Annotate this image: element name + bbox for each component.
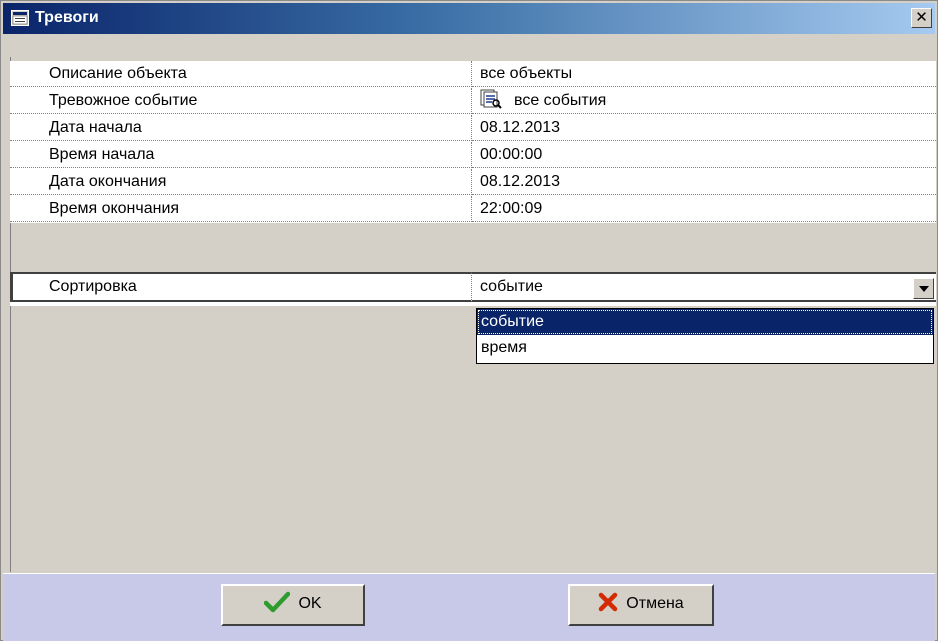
row-label: Описание объекта: [10, 61, 472, 87]
row-value[interactable]: 08.12.2013: [472, 115, 936, 141]
ok-label: OK: [298, 595, 322, 612]
grid-row-end-time[interactable]: Время окончания 22:00:09: [10, 196, 936, 223]
row-value[interactable]: 08.12.2013: [472, 169, 936, 195]
dropdown-button[interactable]: [913, 278, 934, 299]
cross-icon: [599, 592, 618, 612]
row-label: Время окончания: [10, 196, 472, 222]
row-label: Сортировка: [10, 272, 472, 302]
close-icon: ✕: [915, 8, 928, 26]
row-label: Дата начала: [10, 115, 472, 141]
dropdown-option-time[interactable]: время: [477, 335, 933, 361]
chevron-down-icon: [919, 286, 929, 292]
alarms-dialog: Тревоги ✕ Описание объекта все объекты Т…: [0, 0, 938, 641]
window-list-icon: [11, 10, 29, 26]
window-title: Тревоги: [35, 9, 99, 26]
dropdown-option-event[interactable]: событие: [477, 309, 933, 335]
events-list-icon: [480, 89, 502, 109]
grid-row-start-date[interactable]: Дата начала 08.12.2013: [10, 115, 936, 142]
grid-row-sort[interactable]: Сортировка событие: [10, 272, 936, 306]
ok-button[interactable]: OK: [221, 584, 365, 626]
cancel-label: Отмена: [626, 595, 684, 612]
row-value-container[interactable]: все события: [472, 88, 936, 114]
sort-dropdown-list: событие время: [476, 308, 934, 364]
row-value[interactable]: все объекты: [472, 61, 936, 87]
sort-select[interactable]: событие: [472, 272, 936, 302]
close-button[interactable]: ✕: [911, 8, 932, 28]
title-bar[interactable]: Тревоги ✕: [3, 3, 935, 34]
grid-row-start-time[interactable]: Время начала 00:00:00: [10, 142, 936, 169]
sort-select-value: событие: [480, 278, 543, 295]
grid-row-object[interactable]: Описание объекта все объекты: [10, 61, 936, 88]
grid-row-end-date[interactable]: Дата окончания 08.12.2013: [10, 169, 936, 196]
row-value[interactable]: 22:00:09: [472, 196, 936, 222]
row-label: Тревожное событие: [10, 88, 472, 114]
cancel-button[interactable]: Отмена: [568, 584, 714, 626]
row-value[interactable]: 00:00:00: [472, 142, 936, 168]
checkmark-icon: [264, 591, 291, 613]
grid-row-event[interactable]: Тревожное событие все события: [10, 88, 936, 115]
row-label: Время начала: [10, 142, 472, 168]
row-label: Дата окончания: [10, 169, 472, 195]
row-value: все события: [514, 92, 607, 109]
button-bar: OK Отмена: [3, 573, 935, 641]
